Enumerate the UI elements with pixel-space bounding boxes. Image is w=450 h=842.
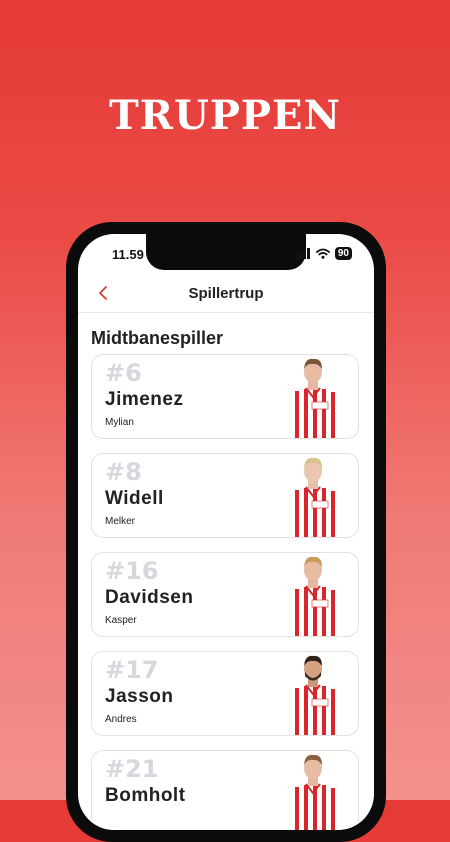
player-number: #8: [105, 458, 142, 486]
phone-notch: [146, 234, 306, 270]
player-list: #6 Jimenez Mylian #8 Widell Melker #16 D…: [91, 354, 359, 830]
player-first-name: Andres: [105, 714, 137, 725]
player-card[interactable]: #6 Jimenez Mylian: [91, 354, 359, 439]
player-card[interactable]: #8 Widell Melker: [91, 453, 359, 538]
battery-icon: 90: [334, 247, 352, 260]
player-photo: [286, 754, 340, 830]
signal-icon: [294, 248, 310, 259]
section-title: Midtbanespiller: [91, 328, 224, 348]
status-icons: 90: [294, 247, 352, 260]
player-last-name: Widell: [105, 488, 164, 509]
player-photo: [286, 358, 340, 438]
status-time: 11.59: [112, 247, 144, 262]
player-number: #21: [105, 755, 159, 783]
player-last-name: Davidsen: [105, 587, 194, 608]
player-first-name: Kasper: [105, 615, 137, 626]
navigation-bar: Spillertrup: [78, 274, 374, 313]
player-photo: [286, 655, 340, 735]
player-card[interactable]: #16 Davidsen Kasper: [91, 552, 359, 637]
player-number: #16: [105, 557, 159, 585]
player-last-name: Jasson: [105, 686, 174, 707]
wifi-icon: [315, 248, 330, 259]
phone-screen: 11.59 90 Spillertrup Midtbanespiller #6 …: [78, 234, 374, 830]
player-last-name: Bomholt: [105, 785, 186, 806]
player-first-name: Mylian: [105, 417, 134, 428]
player-last-name: Jimenez: [105, 389, 184, 410]
phone-frame: 11.59 90 Spillertrup Midtbanespiller #6 …: [66, 222, 386, 842]
player-card[interactable]: #17 Jasson Andres: [91, 651, 359, 736]
player-card[interactable]: #21 Bomholt: [91, 750, 359, 830]
nav-title: Spillertrup: [188, 285, 264, 302]
player-number: #6: [105, 359, 142, 387]
player-photo: [286, 556, 340, 636]
player-photo: [286, 457, 340, 537]
player-number: #17: [105, 656, 159, 684]
page-headline: TRUPPEN: [108, 92, 342, 139]
player-first-name: Melker: [105, 516, 136, 527]
